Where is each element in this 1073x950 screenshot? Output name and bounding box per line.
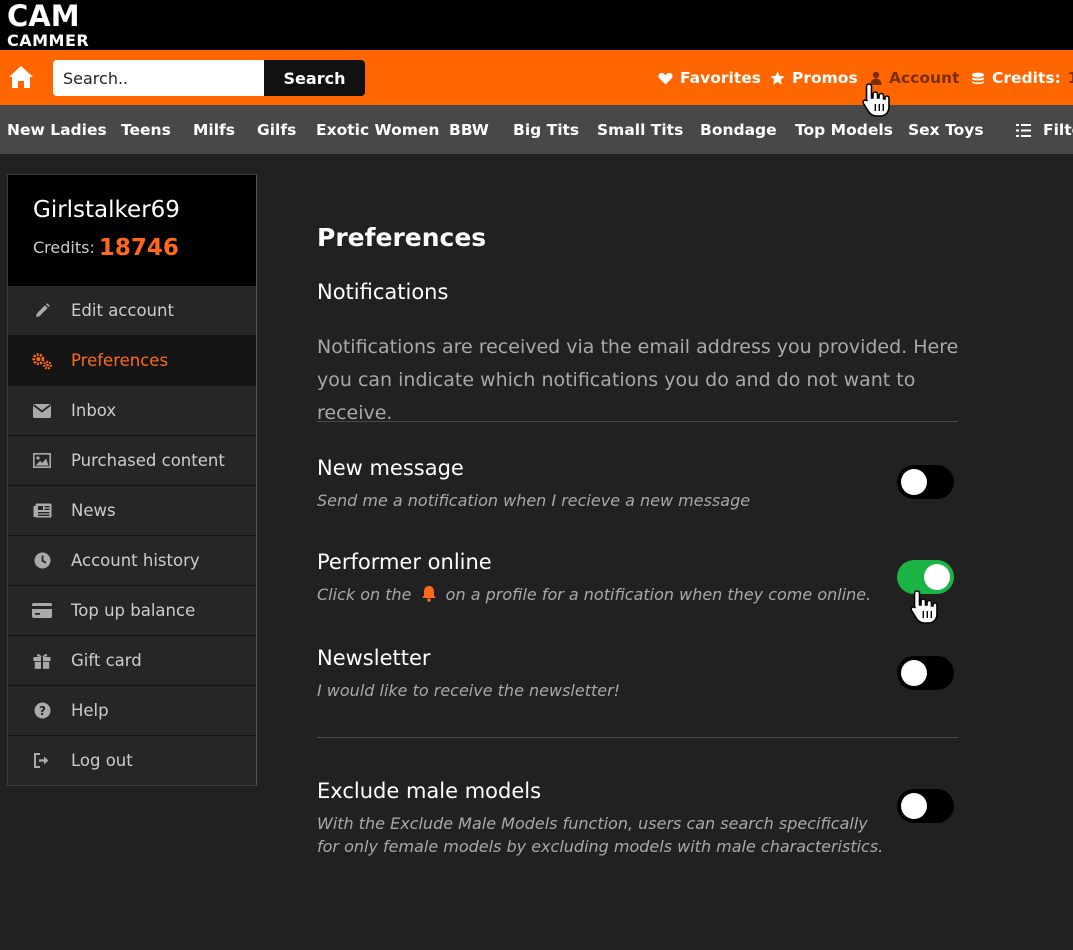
toggle-knob (901, 660, 927, 686)
toggle-knob (901, 793, 927, 819)
pref-exclude-male-desc-line1: With the Exclude Male Models function, u… (317, 814, 868, 833)
credits-value: 18 (1068, 69, 1073, 87)
category-bar: New Ladies Teens Milfs Gilfs Exotic Wome… (0, 105, 1073, 154)
sidebar-item-label: News (71, 501, 116, 520)
favorites-label: Favorites (680, 69, 761, 87)
category-gilfs[interactable]: Gilfs (257, 121, 296, 139)
category-milfs[interactable]: Milfs (193, 121, 235, 139)
category-sex-toys[interactable]: Sex Toys (908, 121, 984, 139)
bell-icon (421, 586, 436, 602)
sidebar-item-label: Account history (71, 551, 200, 570)
sidebar-item-label: Purchased content (71, 451, 225, 470)
gears-icon (31, 351, 53, 371)
sidebar-item-gift-card[interactable]: Gift card (8, 636, 256, 686)
pref-new-message-title: New message (317, 456, 464, 480)
promos-link[interactable]: Promos (770, 69, 858, 87)
notifications-heading: Notifications (317, 280, 449, 304)
divider (317, 421, 958, 422)
sidebar-item-account-history[interactable]: Account history (8, 536, 256, 586)
sidebar-item-help[interactable]: ? Help (8, 686, 256, 736)
main-nav-bar: Search Favorites Promos Account Credits:… (0, 50, 1073, 105)
hand-cursor-icon (862, 83, 890, 117)
filter-button[interactable]: Filte (1016, 121, 1073, 139)
sidebar-item-purchased-content[interactable]: Purchased content (8, 436, 256, 486)
page-title: Preferences (317, 223, 487, 252)
logout-icon (31, 751, 53, 771)
profile-credits: Credits: 18746 (33, 235, 179, 261)
account-sidebar: Girlstalker69 Credits: 18746 Edit account… (7, 174, 257, 786)
sidebar-item-label: Inbox (71, 401, 117, 420)
envelope-icon (31, 401, 53, 421)
sidebar-item-label: Preferences (71, 351, 169, 370)
notifications-description: Notifications are received via the email… (317, 336, 959, 424)
sidebar-item-log-out[interactable]: Log out (8, 736, 256, 785)
pref-performer-online-desc-before: Click on the (317, 585, 412, 604)
new-message-toggle[interactable] (897, 465, 954, 499)
pencil-icon (31, 301, 53, 321)
toggle-knob (924, 564, 950, 590)
gift-icon (31, 651, 53, 671)
newsletter-toggle[interactable] (897, 656, 954, 690)
promos-label: Promos (792, 69, 858, 87)
category-exotic-women[interactable]: Exotic Women (316, 121, 439, 139)
logo-line-1: CAM (7, 0, 80, 33)
pref-newsletter-title: Newsletter (317, 646, 431, 670)
divider (317, 737, 958, 738)
sidebar-item-label: Log out (71, 751, 133, 770)
heart-icon (658, 72, 673, 85)
top-bar: CAM CAMMER (0, 0, 1073, 50)
category-big-tits[interactable]: Big Tits (513, 121, 579, 139)
category-small-tits[interactable]: Small Tits (597, 121, 683, 139)
svg-text:?: ? (39, 704, 46, 718)
category-top-models[interactable]: Top Models (795, 121, 893, 139)
pref-performer-online-desc: Click on the on a profile for a notifica… (317, 583, 871, 606)
hand-cursor-icon (910, 590, 938, 624)
toggle-knob (901, 469, 927, 495)
filter-label: Filte (1043, 121, 1073, 139)
search-button[interactable]: Search (264, 60, 365, 96)
profile-credits-value: 18746 (98, 235, 179, 261)
newspaper-icon (31, 501, 53, 521)
category-bondage[interactable]: Bondage (700, 121, 777, 139)
sidebar-item-edit-account[interactable]: Edit account (8, 286, 256, 336)
clock-icon (31, 551, 53, 571)
image-icon (31, 451, 53, 471)
credits-label: Credits: (992, 69, 1061, 87)
sidebar-item-preferences[interactable]: Preferences (8, 336, 256, 386)
site-logo[interactable]: CAM CAMMER (7, 2, 89, 49)
favorites-link[interactable]: Favorites (658, 69, 761, 87)
pref-exclude-male-desc-line2: for only female models by excluding mode… (317, 837, 884, 856)
coins-icon (972, 72, 984, 84)
pref-newsletter-desc: I would like to receive the newsletter! (317, 681, 621, 700)
sidebar-item-label: Edit account (71, 301, 174, 320)
pref-performer-online-title: Performer online (317, 550, 492, 574)
pref-new-message-desc: Send me a notification when I recieve a … (317, 491, 751, 510)
username: Girlstalker69 (33, 197, 180, 223)
star-icon (770, 71, 785, 85)
profile-credits-label: Credits: (33, 238, 95, 257)
home-icon[interactable] (8, 65, 34, 89)
category-bbw[interactable]: BBW (449, 121, 489, 139)
sidebar-item-news[interactable]: News (8, 486, 256, 536)
credits-link[interactable]: Credits: 18 (971, 69, 1073, 87)
category-teens[interactable]: Teens (121, 121, 171, 139)
question-icon: ? (31, 701, 53, 721)
exclude-male-toggle[interactable] (897, 789, 954, 823)
search-input[interactable] (53, 60, 264, 96)
sidebar-item-inbox[interactable]: Inbox (8, 386, 256, 436)
profile-card: Girlstalker69 Credits: 18746 (8, 175, 256, 286)
filter-list-icon (1016, 123, 1031, 137)
pref-exclude-male-title: Exclude male models (317, 779, 542, 803)
sidebar-item-label: Help (71, 701, 109, 720)
category-new-ladies[interactable]: New Ladies (7, 121, 107, 139)
logo-line-2: CAMMER (7, 31, 90, 50)
credit-card-icon (31, 601, 53, 621)
sidebar-item-label: Top up balance (71, 601, 196, 620)
sidebar-item-top-up-balance[interactable]: Top up balance (8, 586, 256, 636)
sidebar-item-label: Gift card (71, 651, 142, 670)
account-label: Account (889, 69, 960, 87)
pref-performer-online-desc-after: on a profile for a notification when the… (445, 585, 872, 604)
